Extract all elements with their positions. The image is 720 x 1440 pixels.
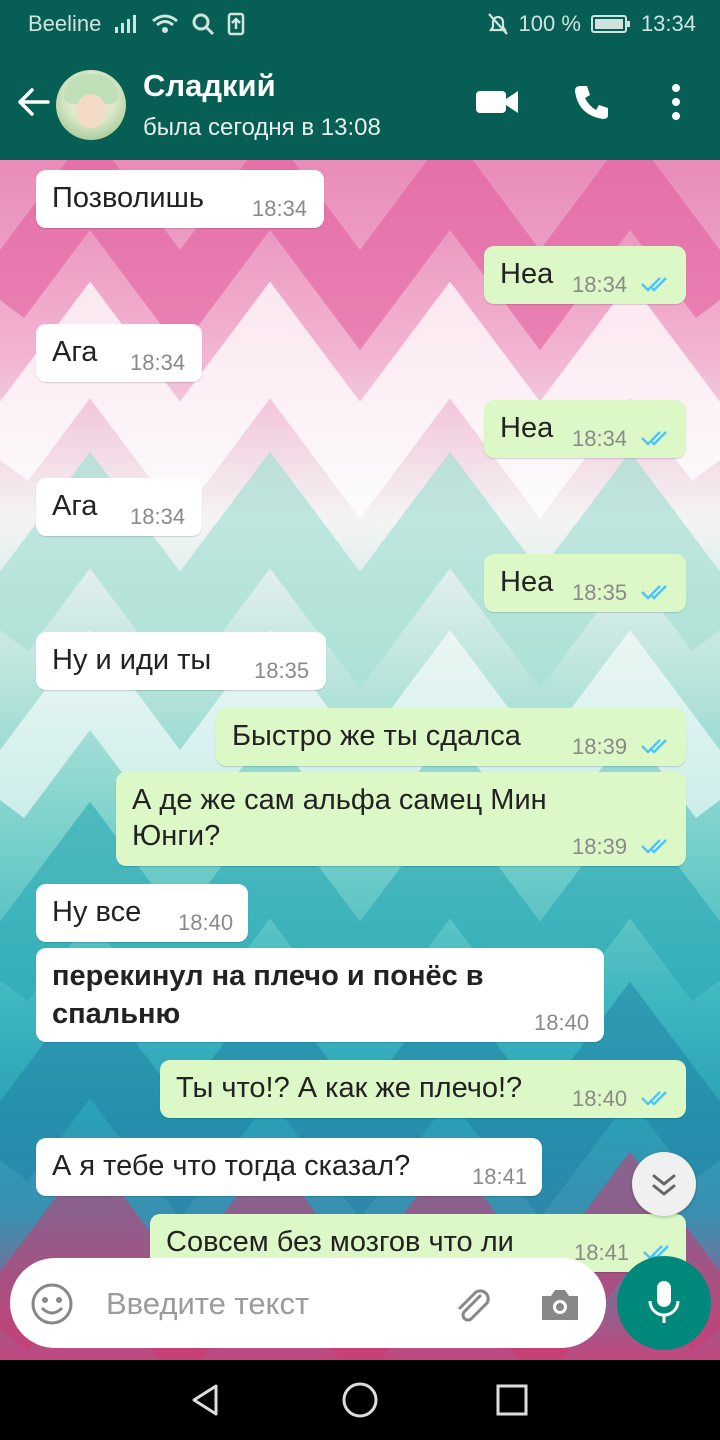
message-outgoing[interactable]: Ты что!? А как же плечо!? 18:40 (160, 1060, 686, 1118)
message-incoming[interactable]: А я тебе что тогда сказал? 18:41 (36, 1138, 542, 1196)
message-time: 18:34 (130, 504, 186, 529)
status-bar: Beeline 100 % 13:34 (0, 0, 720, 48)
message-incoming[interactable]: Ага 18:34 (36, 324, 202, 382)
scroll-down-icon (652, 1174, 676, 1196)
message-time: 18:34 (130, 350, 186, 375)
phone-icon[interactable] (572, 82, 612, 122)
search-icon (192, 13, 215, 36)
signal-icon (115, 15, 137, 33)
read-ticks-icon (641, 1091, 667, 1106)
message-text: А я тебе что тогда сказал? (52, 1150, 411, 1182)
system-nav-bar (0, 1360, 720, 1440)
attach-icon[interactable] (450, 1282, 494, 1326)
message-incoming[interactable]: Ну все 18:40 (36, 884, 248, 942)
read-ticks-icon (641, 277, 667, 292)
message-time: 18:41 (472, 1164, 528, 1189)
mic-icon (648, 1281, 680, 1323)
message-text: Неа (500, 412, 554, 444)
message-text: Ага (52, 336, 98, 368)
message-text: Быстро же ты сдалса (232, 720, 521, 752)
message-time: 18:40 (572, 1086, 628, 1111)
read-ticks-icon (641, 585, 667, 600)
wifi-icon (152, 14, 179, 33)
read-ticks-icon (641, 431, 667, 446)
battery-percent: 100 % (518, 11, 581, 36)
clock: 13:34 (640, 11, 696, 36)
last-seen-status: была сегодня в 13:08 (143, 114, 381, 141)
message-time: 18:34 (572, 426, 628, 451)
back-arrow-icon[interactable] (14, 82, 54, 122)
nav-recents-icon[interactable] (494, 1382, 530, 1418)
voice-record-button[interactable] (617, 1256, 711, 1350)
message-outgoing[interactable]: А де же сам альфа самец Мин Юнги? 18:39 (116, 772, 686, 866)
upload-icon (228, 12, 245, 36)
more-vert-icon[interactable] (664, 82, 688, 122)
chat-header: Сладкий была сегодня в 13:08 (0, 48, 720, 160)
message-text: Позволишь (52, 182, 205, 214)
message-time: 18:40 (534, 1010, 590, 1035)
read-ticks-icon (641, 739, 667, 754)
mute-bell-icon (487, 13, 508, 35)
message-text: Ну и иди ты (52, 644, 212, 676)
message-time: 18:40 (178, 910, 234, 935)
message-time: 18:39 (572, 834, 628, 859)
message-time: 18:34 (572, 272, 628, 297)
message-incoming[interactable]: Ага 18:34 (36, 478, 202, 536)
message-time: 18:34 (252, 196, 308, 221)
message-outgoing[interactable]: Неа 18:35 (484, 554, 686, 612)
message-outgoing[interactable]: Неа 18:34 (484, 246, 686, 304)
avatar[interactable] (56, 70, 126, 140)
message-text-line1: А де же сам альфа самец Мин (132, 784, 547, 816)
message-incoming[interactable]: Позволишь 18:34 (36, 170, 324, 228)
message-time: 18:35 (254, 658, 310, 683)
message-text: Ну все (52, 896, 142, 928)
message-input-bar: Введите текст (0, 1250, 720, 1360)
contact-name[interactable]: Сладкий (143, 68, 276, 104)
message-text-line2: спальню (52, 998, 181, 1030)
carrier-label: Beeline (28, 11, 102, 36)
message-text-line1: перекинул на плечо и понёс в (52, 960, 484, 992)
message-text: Ага (52, 490, 98, 522)
message-incoming[interactable]: перекинул на плечо и понёс в спальню 18:… (36, 948, 604, 1042)
read-ticks-icon (641, 839, 667, 854)
nav-home-icon[interactable] (340, 1380, 380, 1420)
message-time: 18:35 (572, 580, 628, 605)
emoji-icon[interactable] (30, 1282, 74, 1326)
battery-icon (590, 15, 630, 33)
message-text: Ты что!? А как же плечо!? (176, 1072, 523, 1104)
camera-icon[interactable] (538, 1282, 582, 1326)
video-call-icon[interactable] (474, 82, 520, 122)
message-text: Неа (500, 566, 554, 598)
message-incoming[interactable]: Ну и иди ты 18:35 (36, 632, 326, 690)
message-outgoing[interactable]: Быстро же ты сдалса 18:39 (216, 708, 686, 766)
message-text: Неа (500, 258, 554, 290)
scroll-down-button[interactable] (632, 1152, 696, 1216)
message-time: 18:39 (572, 734, 628, 759)
nav-back-icon[interactable] (188, 1382, 224, 1418)
input-placeholder: Введите текст (106, 1286, 310, 1321)
message-input[interactable]: Введите текст (10, 1258, 606, 1348)
message-text-line2: Юнги? (132, 820, 221, 852)
message-outgoing[interactable]: Неа 18:34 (484, 400, 686, 458)
chat-area[interactable]: Позволишь 18:34 Неа 18:34 Ага 18:34 Неа … (0, 160, 720, 1360)
